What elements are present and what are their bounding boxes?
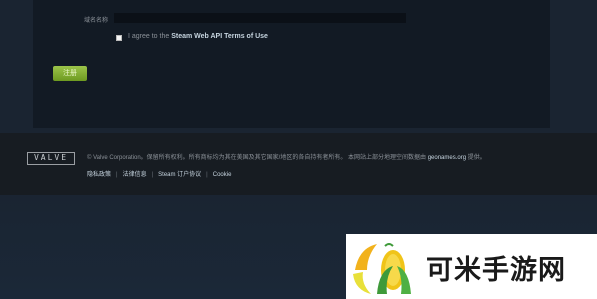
privacy-policy-link[interactable]: 隐私政策 [87, 172, 111, 178]
domain-name-input[interactable] [114, 13, 406, 23]
copyright-text: © Valve Corporation。保留所有权利。所有商标均为其在美国及其它… [87, 152, 486, 161]
separator: | [116, 172, 118, 178]
separator: | [151, 172, 154, 178]
subscriber-agreement-link[interactable]: Steam 订户协议 [158, 172, 201, 178]
footer [0, 133, 597, 195]
register-button[interactable]: 注册 [53, 66, 87, 81]
footer-links: 隐私政策 | 法律信息 | Steam 订户协议 | Cookie [87, 169, 231, 178]
valve-logo[interactable]: VALVE [27, 152, 75, 165]
copyright-suffix: 提供。 [466, 155, 486, 161]
agree-terms-checkbox[interactable] [116, 35, 122, 41]
geonames-link[interactable]: geonames.org [428, 155, 466, 161]
separator: | [206, 172, 208, 178]
domain-name-label: 域名名称 [84, 18, 109, 24]
terms-agreement-text: I agree to the Steam Web API Terms of Us… [128, 33, 268, 40]
watermark-text: 可米手游网 [426, 255, 566, 286]
watermark-logo-icon [353, 243, 411, 294]
terms-prefix: I agree to the [128, 33, 172, 40]
cookie-link[interactable]: Cookie [213, 172, 232, 178]
terms-link[interactable]: Steam Web API Terms of Use [171, 33, 268, 40]
copyright-prefix: © Valve Corporation。保留所有权利。所有商标均为其在美国及其它… [87, 155, 428, 161]
legal-info-link[interactable]: 法律信息 [123, 172, 147, 178]
